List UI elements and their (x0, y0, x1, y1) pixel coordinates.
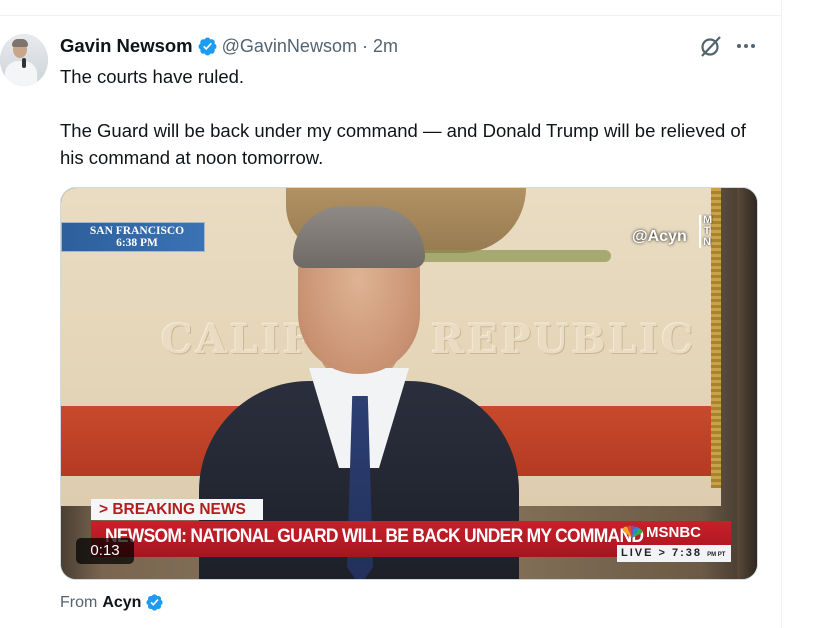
avatar-hair (12, 39, 28, 47)
video-player[interactable]: CALIFOR REPUBLIC SAN FRANCISCO 6:38 PM @… (60, 187, 758, 580)
location-box: SAN FRANCISCO 6:38 PM (61, 222, 205, 252)
flag-fringe (711, 188, 721, 488)
peacock-icon (622, 525, 643, 538)
live-text: LIVE > 7:38 (621, 547, 703, 559)
verified-badge-icon (198, 37, 217, 55)
tweet-text: The courts have ruled. The Guard will be… (60, 63, 760, 171)
more-options-icon[interactable] (735, 36, 757, 56)
from-label: From (60, 593, 98, 611)
author-name[interactable]: Gavin Newsom (60, 35, 193, 57)
from-author-link[interactable]: Acyn (102, 594, 141, 612)
breaking-news-label: > BREAKING NEWS (91, 499, 263, 520)
watermark-letter-n: N (703, 236, 711, 248)
divider-right (781, 0, 782, 628)
tweet-time[interactable]: 2m (373, 36, 398, 57)
tweet-text-line-1: The courts have ruled. (60, 66, 245, 87)
avatar-mic (22, 58, 26, 68)
network-name: MSNBC (646, 523, 701, 541)
tweet-header: Gavin Newsom @GavinNewsom · 2m (60, 34, 398, 58)
headline-text: NEWSOM: NATIONAL GUARD WILL BE BACK UNDE… (105, 526, 644, 547)
network-logo: MSNBC (621, 522, 701, 542)
separator-dot: · (361, 35, 368, 56)
divider-top (0, 15, 781, 16)
avatar[interactable] (0, 34, 48, 86)
location-time: 6:38 PM (116, 237, 158, 249)
speaker-hair (293, 206, 425, 268)
avatar-shirt (4, 60, 38, 86)
grok-icon[interactable] (699, 34, 723, 58)
video-frame-edge (737, 188, 757, 579)
video-watermark: @Acyn (632, 228, 687, 245)
author-handle[interactable]: @GavinNewsom (222, 36, 357, 57)
tweet-text-line-2: The Guard will be back under my command … (60, 120, 746, 168)
attribution: From Acyn (60, 593, 168, 612)
live-suffix: PM PT (707, 552, 726, 558)
location-city: SAN FRANCISCO (89, 225, 185, 237)
live-indicator: LIVE > 7:38 PM PT (617, 545, 731, 562)
video-duration: 0:13 (76, 538, 134, 564)
watermark-mtn: M T N (699, 215, 712, 248)
verified-badge-icon (146, 594, 164, 611)
